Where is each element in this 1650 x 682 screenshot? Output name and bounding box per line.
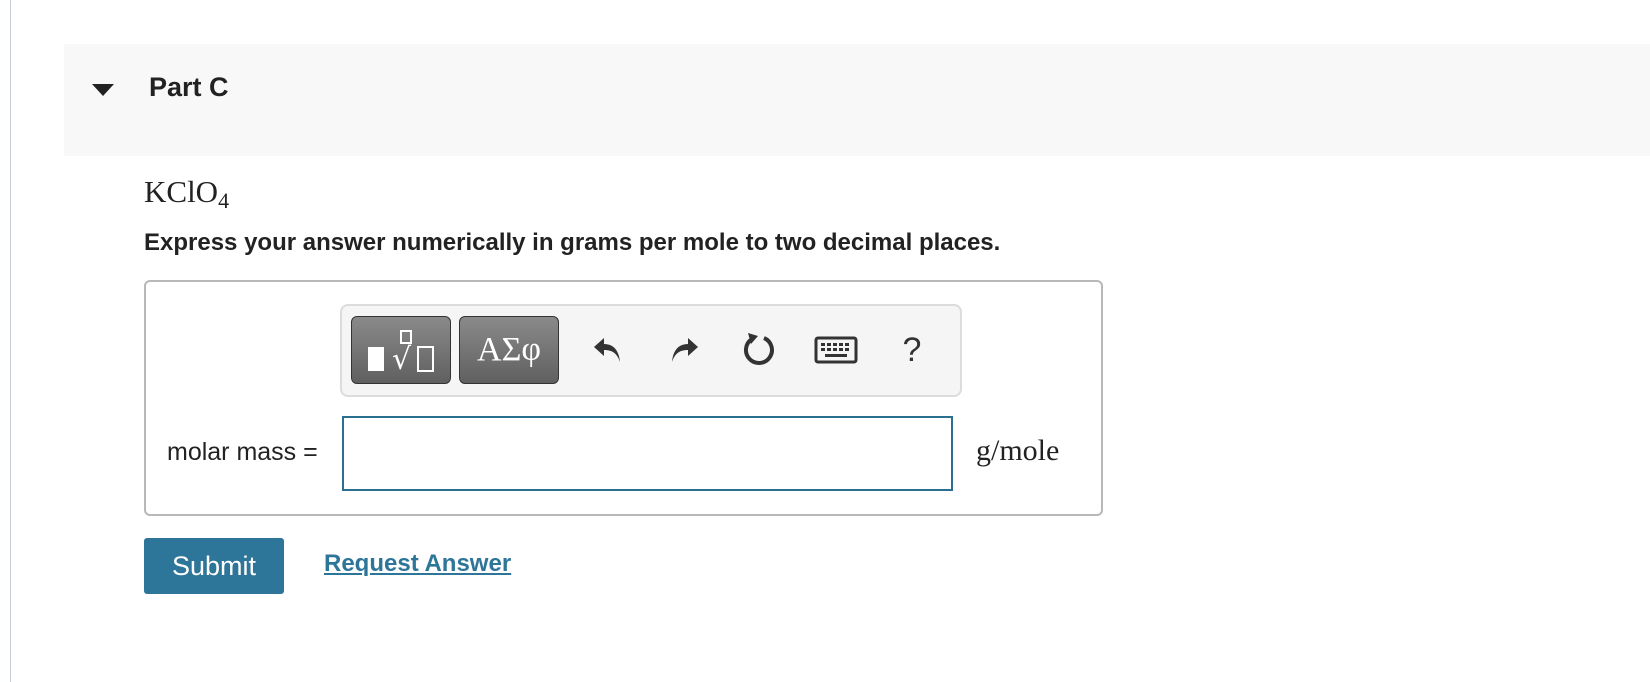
greek-symbols-button[interactable]: ΑΣφ [459,316,559,384]
templates-button[interactable]: √ [351,316,451,384]
submit-button[interactable]: Submit [144,538,284,594]
help-button[interactable]: ? [886,324,938,376]
molar-mass-input[interactable] [342,416,953,491]
undo-icon [594,338,620,362]
left-rule [10,0,11,682]
keyboard-button[interactable] [810,324,862,376]
svg-text:√: √ [392,342,412,375]
reset-icon [744,333,774,365]
formula-main: KClO [144,174,219,209]
collapse-caret-icon[interactable] [92,84,114,96]
redo-button[interactable] [658,324,710,376]
part-title: Part C [149,72,229,102]
part-header[interactable] [64,44,1650,156]
instructions: Express your answer numerically in grams… [144,229,1001,256]
reset-button[interactable] [734,324,786,376]
formula-subscript: 4 [218,188,230,213]
units-label: g/mole [976,434,1060,467]
undo-button[interactable] [582,324,634,376]
molar-mass-label: molar mass = [167,438,318,466]
keyboard-icon [814,336,858,364]
request-answer-link[interactable]: Request Answer [324,550,511,578]
templates-icon: √ [368,330,434,375]
redo-icon [672,338,698,362]
chemical-formula: KClO4 [144,174,230,213]
